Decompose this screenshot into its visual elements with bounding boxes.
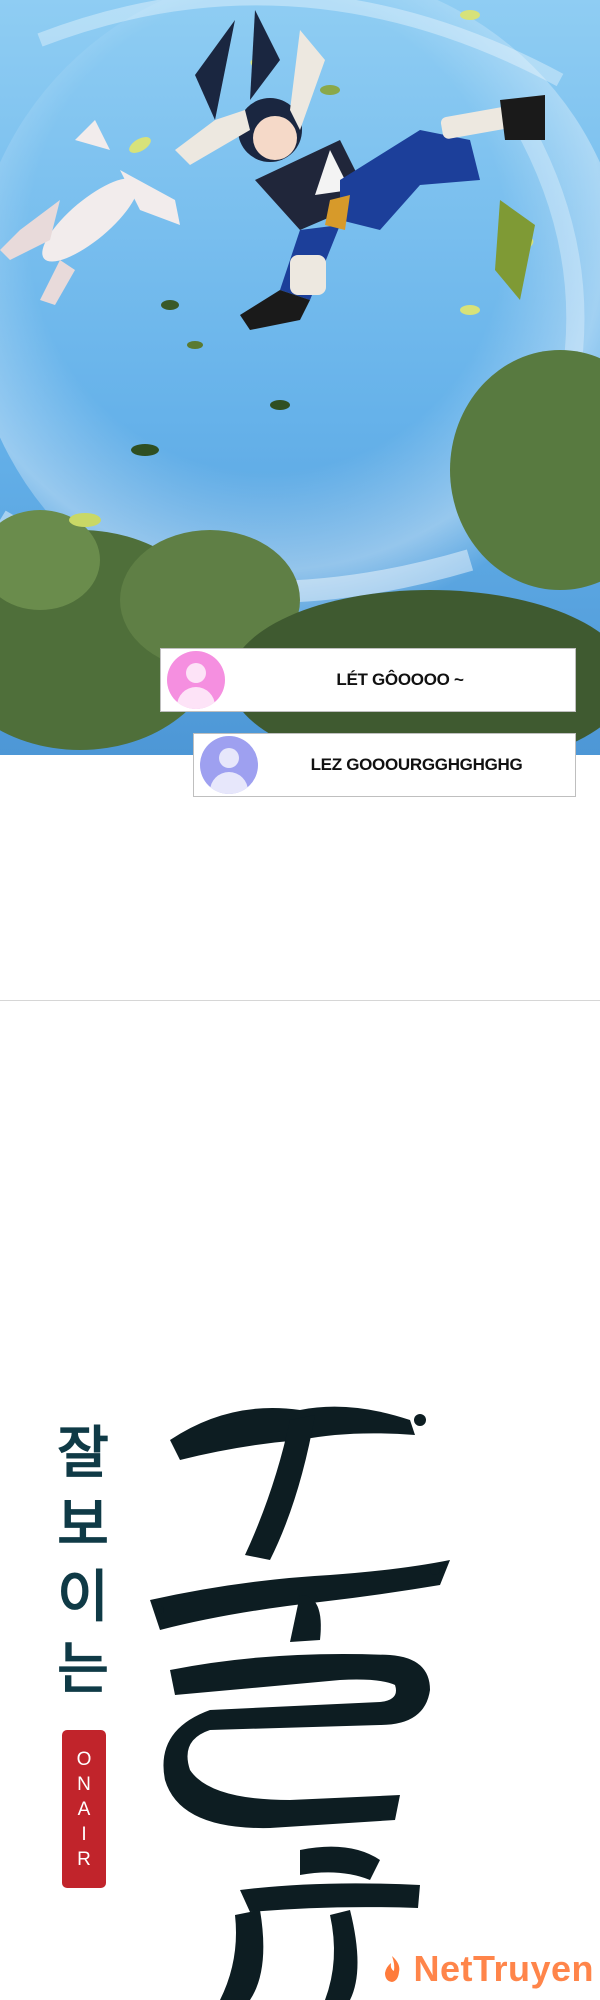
brush-calligraphy-logo [150,1406,450,2000]
comment-text: LEZ GOOOURGGHGHGHG [310,755,523,774]
avatar-body-icon [210,772,248,794]
comic-scene-artwork [0,0,600,755]
avatar-head-icon [219,748,239,768]
onair-letter: O [76,1748,92,1770]
fire-icon [385,1956,400,1982]
avatar [167,651,225,709]
onair-letter: R [77,1848,91,1870]
title-char: 보 [57,1493,109,1558]
title-char: 이 [57,1565,109,1630]
korean-title: 잘 보 이 는 [48,1418,118,1706]
page-divider [0,1000,600,1001]
comment-text: LÉT GÔOOOO ~ [336,670,464,689]
watermark-text: NetTruyen [413,1948,594,1989]
title-char: 잘 [57,1421,109,1486]
onair-letter: I [81,1823,87,1845]
avatar-body-icon [177,687,215,709]
avatar-head-icon [186,663,206,683]
onair-letter: N [77,1773,91,1795]
reader-comment[interactable]: LEZ GOOOURGGHGHGHG [193,733,576,797]
onair-badge: O N A I R [62,1730,106,1888]
comic-panel-illustration [0,0,600,755]
avatar [200,736,258,794]
reader-comment[interactable]: LÉT GÔOOOO ~ [160,648,576,712]
title-char: 는 [57,1637,109,1702]
watermark: NetTruyen [377,1948,594,1990]
onair-letter: A [77,1798,91,1820]
